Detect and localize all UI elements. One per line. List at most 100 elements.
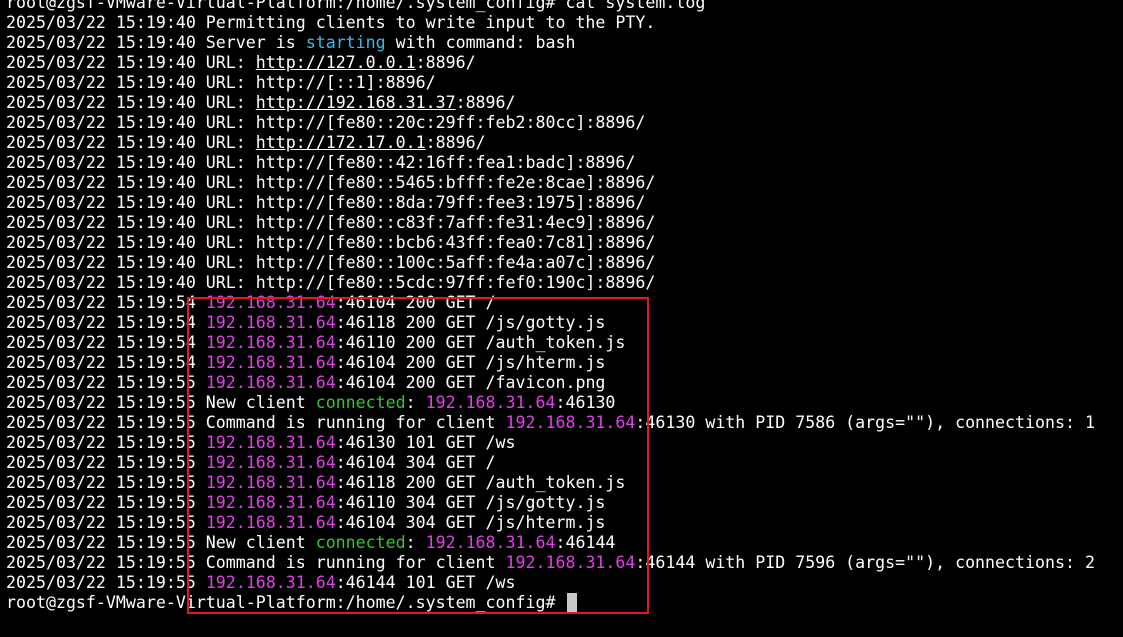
log-text: 2025/03/22 15:19:40 URL: http://[fe80::4… (6, 153, 636, 172)
log-text: :8896/ (415, 53, 476, 72)
log-text: :46118 200 GET /js/gotty.js (335, 313, 606, 332)
log-line: 2025/03/22 15:19:55 Command is running f… (6, 553, 1121, 573)
prompt-line: root@zgsf-VMware-Virtual-Platform:/home/… (6, 0, 1121, 13)
url-link: http://192.168.31.37 (255, 93, 456, 112)
log-line: 2025/03/22 15:19:55 192.168.31.64:46144 … (6, 573, 1121, 593)
log-text: :46104 304 GET / (335, 453, 496, 472)
log-text: 2025/03/22 15:19:55 (6, 493, 206, 512)
shell-prompt: root@zgsf-VMware-Virtual-Platform:/home/… (6, 593, 566, 612)
log-line: 2025/03/22 15:19:55 192.168.31.64:46110 … (6, 493, 1121, 513)
log-text: 2025/03/22 15:19:40 URL: http://[fe80::8… (6, 193, 646, 212)
log-text: 2025/03/22 15:19:40 URL: (6, 93, 256, 112)
starting-keyword: starting (305, 33, 386, 52)
ip-address: 192.168.31.64 (205, 353, 336, 372)
log-line: 2025/03/22 15:19:55 192.168.31.64:46104 … (6, 513, 1121, 533)
ip-address: 192.168.31.64 (205, 373, 336, 392)
log-text: 2025/03/22 15:19:54 (6, 313, 206, 332)
log-text: 2025/03/22 15:19:54 (6, 333, 206, 352)
log-text: :46144 with PID 7596 (args=""), connecti… (635, 553, 1095, 572)
log-line: 2025/03/22 15:19:40 URL: http://127.0.0.… (6, 53, 1121, 73)
log-text: with command: bash (385, 33, 576, 52)
log-line: 2025/03/22 15:19:55 192.168.31.64:46130 … (6, 433, 1121, 453)
log-line: 2025/03/22 15:19:40 URL: http://[fe80::8… (6, 193, 1121, 213)
ip-address: 192.168.31.64 (205, 453, 336, 472)
log-line: 2025/03/22 15:19:40 URL: http://[fe80::5… (6, 273, 1121, 293)
log-line: 2025/03/22 15:19:40 Server is starting w… (6, 33, 1121, 53)
ip-address: 192.168.31.64 (425, 393, 556, 412)
log-text: 2025/03/22 15:19:54 (6, 353, 206, 372)
log-text: :46144 (555, 533, 616, 552)
log-line: 2025/03/22 15:19:40 URL: http://[fe80::1… (6, 253, 1121, 273)
log-text: :46104 200 GET /js/hterm.js (335, 353, 606, 372)
terminal-output: root@zgsf-VMware-Virtual-Platform:/home/… (6, 0, 1121, 613)
log-text: :46110 200 GET /auth_token.js (335, 333, 626, 352)
log-text: : (405, 393, 426, 412)
log-text: :8896/ (455, 93, 516, 112)
ip-address: 192.168.31.64 (205, 513, 336, 532)
log-text: 2025/03/22 15:19:40 URL: http://[fe80::2… (6, 113, 646, 132)
ip-address: 192.168.31.64 (205, 473, 336, 492)
log-text: 2025/03/22 15:19:55 (6, 573, 206, 592)
log-text: :8896/ (425, 133, 486, 152)
log-line: 2025/03/22 15:19:55 Command is running f… (6, 413, 1121, 433)
log-text: 2025/03/22 15:19:40 URL: (6, 53, 256, 72)
log-text: 2025/03/22 15:19:55 New client (6, 393, 316, 412)
log-text: 2025/03/22 15:19:54 (6, 293, 206, 312)
log-text: 2025/03/22 15:19:40 URL: http://[fe80::5… (6, 273, 656, 292)
log-line: 2025/03/22 15:19:40 URL: http://[fe80::4… (6, 153, 1121, 173)
log-text: :46104 200 GET /favicon.png (335, 373, 606, 392)
log-text: :46104 304 GET /js/hterm.js (335, 513, 606, 532)
ip-address: 192.168.31.64 (505, 553, 636, 572)
log-text: 2025/03/22 15:19:55 (6, 433, 206, 452)
log-line: 2025/03/22 15:19:54 192.168.31.64:46104 … (6, 353, 1121, 373)
connected-keyword: connected (315, 533, 406, 552)
ip-address: 192.168.31.64 (205, 433, 336, 452)
log-line: 2025/03/22 15:19:54 192.168.31.64:46104 … (6, 293, 1121, 313)
log-text: 2025/03/22 15:19:55 (6, 373, 206, 392)
log-text: :46144 101 GET /ws (335, 573, 516, 592)
log-line: 2025/03/22 15:19:40 Permitting clients t… (6, 13, 1121, 33)
ip-address: 192.168.31.64 (505, 413, 636, 432)
log-line: 2025/03/22 15:19:55 192.168.31.64:46104 … (6, 373, 1121, 393)
log-text: :46130 101 GET /ws (335, 433, 516, 452)
log-line: 2025/03/22 15:19:55 New client connected… (6, 393, 1121, 413)
log-text: 2025/03/22 15:19:55 Command is running f… (6, 553, 506, 572)
log-text: 2025/03/22 15:19:55 Command is running f… (6, 413, 506, 432)
shell-prompt: root@zgsf-VMware-Virtual-Platform:/home/… (6, 0, 706, 12)
log-text: 2025/03/22 15:19:40 Permitting clients t… (6, 13, 656, 32)
log-line: 2025/03/22 15:19:40 URL: http://172.17.0… (6, 133, 1121, 153)
ip-address: 192.168.31.64 (205, 333, 336, 352)
cursor-block (567, 593, 578, 612)
log-line: 2025/03/22 15:19:54 192.168.31.64:46110 … (6, 333, 1121, 353)
log-text: 2025/03/22 15:19:40 URL: http://[::1]:88… (6, 73, 436, 92)
log-line: 2025/03/22 15:19:40 URL: http://[fe80::c… (6, 213, 1121, 233)
log-text: 2025/03/22 15:19:55 (6, 513, 206, 532)
log-line: 2025/03/22 15:19:40 URL: http://[fe80::b… (6, 233, 1121, 253)
log-line: 2025/03/22 15:19:40 URL: http://192.168.… (6, 93, 1121, 113)
prompt-line: root@zgsf-VMware-Virtual-Platform:/home/… (6, 593, 1121, 613)
log-text: :46110 304 GET /js/gotty.js (335, 493, 606, 512)
log-text: 2025/03/22 15:19:55 New client (6, 533, 316, 552)
log-line: 2025/03/22 15:19:55 192.168.31.64:46104 … (6, 453, 1121, 473)
log-text: :46118 200 GET /auth_token.js (335, 473, 626, 492)
log-line: 2025/03/22 15:19:40 URL: http://[::1]:88… (6, 73, 1121, 93)
ip-address: 192.168.31.64 (205, 573, 336, 592)
log-line: 2025/03/22 15:19:55 192.168.31.64:46118 … (6, 473, 1121, 493)
log-text: 2025/03/22 15:19:55 (6, 473, 206, 492)
ip-address: 192.168.31.64 (205, 313, 336, 332)
log-line: 2025/03/22 15:19:54 192.168.31.64:46118 … (6, 313, 1121, 333)
connected-keyword: connected (315, 393, 406, 412)
log-text: 2025/03/22 15:19:40 Server is (6, 33, 306, 52)
ip-address: 192.168.31.64 (425, 533, 556, 552)
log-text: 2025/03/22 15:19:40 URL: http://[fe80::5… (6, 173, 656, 192)
log-text: :46130 with PID 7586 (args=""), connecti… (635, 413, 1095, 432)
log-line: 2025/03/22 15:19:40 URL: http://[fe80::5… (6, 173, 1121, 193)
terminal-window[interactable]: root@zgsf-VMware-Virtual-Platform:/home/… (0, 0, 1123, 637)
url-link: http://127.0.0.1 (255, 53, 416, 72)
log-text: : (405, 533, 426, 552)
log-text: 2025/03/22 15:19:40 URL: (6, 133, 256, 152)
log-line: 2025/03/22 15:19:55 New client connected… (6, 533, 1121, 553)
log-line: 2025/03/22 15:19:40 URL: http://[fe80::2… (6, 113, 1121, 133)
url-link: http://172.17.0.1 (255, 133, 426, 152)
log-text: 2025/03/22 15:19:40 URL: http://[fe80::c… (6, 213, 656, 232)
